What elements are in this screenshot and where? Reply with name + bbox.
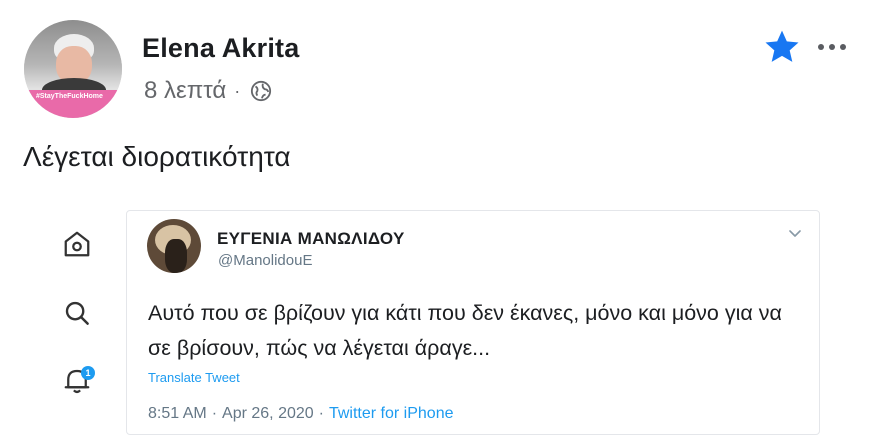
avatar-banner-text: #StayTheFuckHome (36, 93, 103, 100)
search-icon[interactable] (62, 298, 92, 328)
tweet-text: Αυτό που σε βρίζουν για κάτι που δεν έκα… (148, 301, 782, 360)
tweet-author-name[interactable]: ΕΥΓΕΝΙΑ ΜΑΝΩΛΙΔΟΥ (217, 229, 405, 249)
translate-tweet-link[interactable]: Translate Tweet (148, 370, 240, 385)
star-icon[interactable] (762, 27, 802, 67)
tweet-author-handle[interactable]: @ManolidouE (218, 252, 312, 269)
post-timestamp[interactable]: 8 λεπτά (144, 77, 226, 105)
post-author-name[interactable]: Elena Akrita (142, 33, 299, 64)
tweet-time[interactable]: 8:51 AM (148, 405, 207, 422)
more-dot (818, 44, 824, 50)
notification-badge: 1 (81, 366, 95, 380)
tweet-source-link[interactable]: Twitter for iPhone (329, 405, 454, 422)
home-icon[interactable] (62, 229, 92, 259)
tweet-author-avatar[interactable] (147, 219, 201, 273)
post-meta: 8 λεπτά · (144, 77, 272, 105)
avatar-frame-banner: #StayTheFuckHome (24, 90, 122, 118)
tweet-meta-separator: · (318, 405, 324, 422)
author-avatar[interactable]: #StayTheFuckHome (24, 20, 122, 118)
tweet-avatar-hair (165, 239, 187, 273)
post-text: Λέγεται διορατικότητα (23, 141, 291, 172)
chevron-down-icon[interactable] (789, 230, 801, 238)
more-horizontal-icon[interactable] (818, 44, 846, 50)
meta-separator: · (234, 80, 241, 101)
tweet-meta: 8:51 AM · Apr 26, 2020 · Twitter for iPhone (148, 405, 453, 423)
tweet-meta-separator: · (211, 405, 218, 422)
tweet-date[interactable]: Apr 26, 2020 (222, 405, 314, 422)
more-dot (829, 44, 835, 50)
globe-icon[interactable] (250, 80, 272, 102)
more-dot (840, 44, 846, 50)
